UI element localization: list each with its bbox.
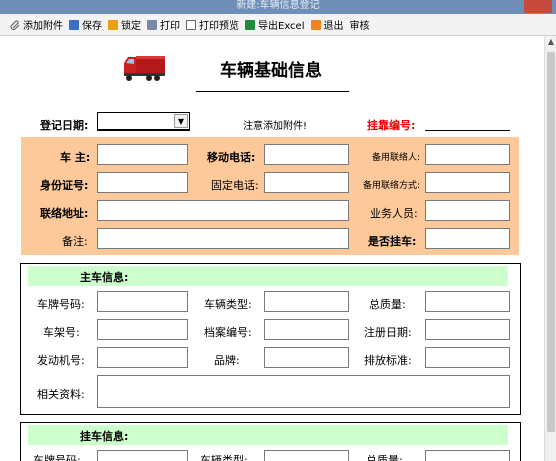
exit-button[interactable]: 退出 xyxy=(310,17,344,32)
scroll-up-icon[interactable]: ▲ xyxy=(545,36,556,48)
mobile-label: 移动电话: xyxy=(207,151,256,164)
address-input[interactable] xyxy=(97,200,349,221)
trailer-no-field[interactable] xyxy=(425,130,510,131)
title-underline xyxy=(196,91,349,92)
floppy-icon xyxy=(69,19,79,30)
remark-input[interactable] xyxy=(97,228,349,249)
print-label: 打印 xyxy=(160,21,180,32)
address-label: 联络地址: xyxy=(40,207,89,220)
phone-label: 固定电话: xyxy=(211,179,259,192)
add-attachment-label: 添加附件 xyxy=(23,21,63,32)
docs-label: 相关资料: xyxy=(37,388,85,401)
staff-input[interactable] xyxy=(425,200,510,221)
toolbar: 添加附件 保存 锁定 打印 打印预览 导出Excel 退出 审核 xyxy=(0,14,556,36)
is-trailer-input[interactable] xyxy=(425,228,510,249)
review-label: 审核 xyxy=(349,21,370,32)
lock-icon xyxy=(108,19,118,30)
frame-no-input[interactable] xyxy=(97,319,188,340)
id-no-label: 身份证号: xyxy=(40,179,89,192)
printer-icon xyxy=(147,19,157,30)
window-title: 新建:车辆信息登记 xyxy=(236,0,320,11)
save-label: 保存 xyxy=(82,21,102,32)
attach-note: 注意添加附件! xyxy=(243,121,308,132)
reg-date-select[interactable]: ▼ xyxy=(97,112,190,131)
chevron-down-icon[interactable]: ▼ xyxy=(174,114,188,128)
backup-contact-method-label: 备用联络方式: xyxy=(363,181,421,191)
print-preview-icon xyxy=(186,19,196,30)
lock-button[interactable]: 锁定 xyxy=(108,17,141,32)
file-no-label: 档案编号: xyxy=(204,326,252,339)
backup-contact-label: 备用联络人: xyxy=(372,153,421,163)
emission-input[interactable] xyxy=(425,347,510,368)
export-excel-button[interactable]: 导出Excel xyxy=(245,17,305,32)
plate-input[interactable] xyxy=(97,291,188,312)
plate-label: 车牌号码: xyxy=(37,298,85,311)
trailer-plate-label: 车牌号码: xyxy=(33,454,81,461)
trailer-type-label: 车辆类型: xyxy=(200,454,248,461)
phone-input[interactable] xyxy=(264,172,349,193)
trailer-vehicle-header: 挂车信息: xyxy=(80,430,129,443)
total-mass-label: 总质量: xyxy=(369,298,406,311)
trailer-plate-input[interactable] xyxy=(97,450,188,461)
remark-label: 备注: xyxy=(62,235,88,248)
lock-label: 锁定 xyxy=(121,21,141,32)
register-date-input[interactable] xyxy=(425,319,510,340)
exit-icon xyxy=(310,19,321,30)
brand-input[interactable] xyxy=(264,347,349,368)
backup-contact-method-input[interactable] xyxy=(425,172,510,193)
print-preview-label: 打印预览 xyxy=(199,21,239,32)
vehicle-type-label: 车辆类型: xyxy=(204,298,252,311)
trailer-no-label: 挂靠编号: xyxy=(367,119,416,132)
close-window-button[interactable] xyxy=(524,0,552,13)
vehicle-type-input[interactable] xyxy=(264,291,349,312)
page-title: 车辆基础信息 xyxy=(220,61,322,81)
trailer-total-mass-label: 总质量: xyxy=(366,454,403,461)
engine-no-input[interactable] xyxy=(97,347,188,368)
reg-date-label: 登记日期: xyxy=(40,119,89,132)
print-preview-button[interactable]: 打印预览 xyxy=(186,17,239,32)
owner-input[interactable] xyxy=(97,144,188,165)
owner-label: 车 主: xyxy=(60,151,91,164)
id-no-input[interactable] xyxy=(97,172,188,193)
excel-icon xyxy=(245,19,255,30)
total-mass-input[interactable] xyxy=(425,291,510,312)
file-no-input[interactable] xyxy=(264,319,349,340)
register-date-label: 注册日期: xyxy=(364,326,412,339)
save-button[interactable]: 保存 xyxy=(69,17,102,32)
truck-logo-icon xyxy=(124,56,165,81)
is-trailer-label: 是否挂车: xyxy=(368,235,417,248)
export-excel-label: 导出Excel xyxy=(258,21,305,32)
scrollbar-thumb[interactable] xyxy=(547,52,555,432)
emission-label: 排放标准: xyxy=(364,354,412,367)
mobile-input[interactable] xyxy=(264,144,349,165)
vertical-scrollbar[interactable]: ▲ xyxy=(544,36,556,461)
brand-label: 品牌: xyxy=(214,354,240,367)
backup-contact-input[interactable] xyxy=(425,144,510,165)
print-button[interactable]: 打印 xyxy=(147,17,180,32)
main-vehicle-header: 主车信息: xyxy=(80,271,129,284)
window-titlebar: 新建:车辆信息登记 xyxy=(0,0,556,14)
engine-no-label: 发动机号: xyxy=(37,354,85,367)
add-attachment-button[interactable]: 添加附件 xyxy=(10,17,63,32)
frame-no-label: 车架号: xyxy=(43,326,80,339)
trailer-total-mass-input[interactable] xyxy=(425,450,510,461)
docs-input[interactable] xyxy=(97,375,510,408)
staff-label: 业务人员: xyxy=(370,207,418,220)
review-button[interactable]: 审核 xyxy=(350,17,370,32)
paperclip-icon xyxy=(10,19,20,30)
trailer-type-input[interactable] xyxy=(264,450,349,461)
exit-label: 退出 xyxy=(323,21,344,32)
